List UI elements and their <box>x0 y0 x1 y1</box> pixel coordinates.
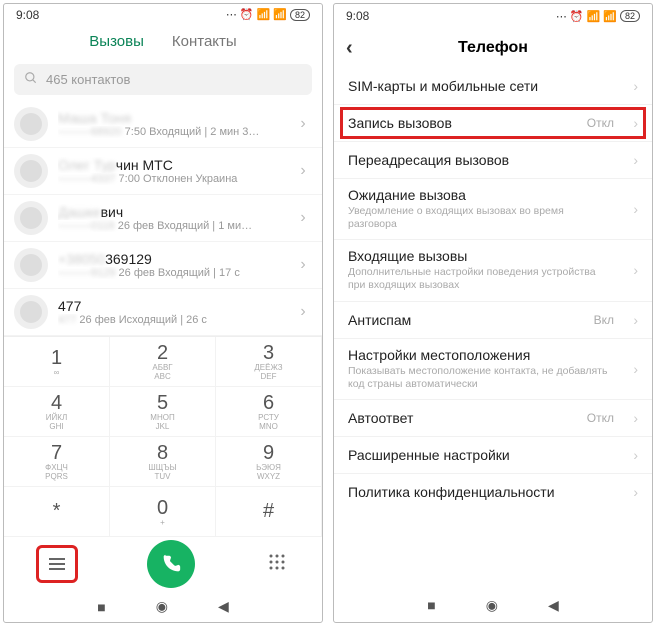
call-row[interactable]: Олег Турчин МТС ———4337 7:00 Отклонен Ук… <box>4 148 322 195</box>
row-incoming-calls[interactable]: Входящие вызовы Дополнительные настройки… <box>334 240 652 300</box>
tab-calls[interactable]: Вызовы <box>89 33 144 50</box>
avatar <box>14 201 48 235</box>
avatar <box>14 248 48 282</box>
call-row[interactable]: +38050369129 ———9129 26 фев Входящий | 1… <box>4 242 322 289</box>
row-privacy-policy[interactable]: Политика конфиденциальности › <box>334 474 652 510</box>
key-hash[interactable]: # <box>216 487 322 537</box>
nav-back-icon[interactable]: ◀ <box>218 598 229 615</box>
battery-icon: 82 <box>290 9 310 21</box>
call-log: Маша Тоня ———68920 7:50 Входящий | 2 мин… <box>4 101 322 336</box>
row-auto-answer[interactable]: Автоответ Откл › <box>334 400 652 436</box>
status-time: 9:08 <box>346 9 369 23</box>
key-5[interactable]: 5МНОП JKL <box>110 387 216 437</box>
avatar <box>14 107 48 141</box>
search-placeholder: 465 контактов <box>46 72 130 87</box>
bottom-actions <box>4 537 322 591</box>
key-star[interactable]: * <box>4 487 110 537</box>
row-sim-networks[interactable]: SIM-карты и мобильные сети › <box>334 68 652 104</box>
chevron-right-icon[interactable]: › <box>294 209 312 227</box>
back-button[interactable]: ‹ <box>346 37 353 60</box>
page-title: Телефон <box>458 39 528 57</box>
row-call-forwarding[interactable]: Переадресация вызовов › <box>334 142 652 178</box>
nav-back-icon[interactable]: ◀ <box>548 597 559 614</box>
nav-home-icon[interactable]: ◉ <box>486 597 498 614</box>
tabs: Вызовы Контакты <box>4 26 322 59</box>
chevron-right-icon[interactable]: › <box>294 303 312 321</box>
status-icons: ⋯⏰📶📶 82 <box>226 8 310 21</box>
android-navbar: ■ ◉ ◀ <box>4 591 322 622</box>
tab-contacts[interactable]: Контакты <box>172 33 237 50</box>
chevron-right-icon: › <box>624 361 638 377</box>
status-bar: 9:08 ⋯⏰📶📶 82 <box>4 4 322 26</box>
nav-recent-icon[interactable]: ■ <box>97 599 105 615</box>
key-0[interactable]: 0+ <box>110 487 216 537</box>
avatar <box>14 295 48 329</box>
phone-settings-screen: 9:08 ⋯⏰📶📶 82 ‹ Телефон SIM-карты и мобил… <box>333 3 653 623</box>
nav-recent-icon[interactable]: ■ <box>427 597 435 613</box>
title-bar: ‹ Телефон <box>334 28 652 68</box>
chevron-right-icon: › <box>624 484 638 500</box>
search-icon <box>24 71 38 88</box>
key-9[interactable]: 9ЬЭЮЯ WXYZ <box>216 437 322 487</box>
call-row[interactable]: Маша Тоня ———68920 7:50 Входящий | 2 мин… <box>4 101 322 148</box>
chevron-right-icon: › <box>624 262 638 278</box>
chevron-right-icon[interactable]: › <box>294 256 312 274</box>
status-time: 9:08 <box>16 8 39 22</box>
call-row[interactable]: 477 477 26 фев Исходящий | 26 с › <box>4 289 322 336</box>
android-navbar: ■ ◉ ◀ <box>334 588 652 622</box>
chevron-right-icon: › <box>624 447 638 463</box>
chevron-right-icon[interactable]: › <box>294 115 312 133</box>
search-input[interactable]: 465 контактов <box>14 64 312 95</box>
row-antispam[interactable]: Антиспам Вкл › <box>334 302 652 338</box>
battery-icon: 82 <box>620 10 640 22</box>
chevron-right-icon: › <box>624 152 638 168</box>
key-8[interactable]: 8ШЩЪЫ TUV <box>110 437 216 487</box>
key-7[interactable]: 7ФХЦЧ PQRS <box>4 437 110 487</box>
key-3[interactable]: 3ДЕЁЖЗ DEF <box>216 337 322 387</box>
nav-home-icon[interactable]: ◉ <box>156 598 168 615</box>
avatar <box>14 154 48 188</box>
dialpad-toggle-icon[interactable] <box>268 553 286 576</box>
settings-list: SIM-карты и мобильные сети › Запись вызо… <box>334 68 652 588</box>
key-4[interactable]: 4ИЙКЛ GHI <box>4 387 110 437</box>
chevron-right-icon: › <box>624 115 638 131</box>
status-bar: 9:08 ⋯⏰📶📶 82 <box>334 4 652 28</box>
chevron-right-icon: › <box>624 78 638 94</box>
phone-dialer-screen: 9:08 ⋯⏰📶📶 82 Вызовы Контакты 465 контакт… <box>3 3 323 623</box>
call-button[interactable] <box>147 540 195 588</box>
key-2[interactable]: 2АБВГ ABC <box>110 337 216 387</box>
row-location-settings[interactable]: Настройки местоположения Показывать мест… <box>334 339 652 399</box>
key-6[interactable]: 6РСТУ MNO <box>216 387 322 437</box>
chevron-right-icon: › <box>624 201 638 217</box>
chevron-right-icon[interactable]: › <box>294 162 312 180</box>
menu-button[interactable] <box>40 549 74 579</box>
row-call-waiting[interactable]: Ожидание вызова Уведомление о входящих в… <box>334 179 652 239</box>
row-call-recording[interactable]: Запись вызовов Откл › <box>334 105 652 141</box>
dialpad: 1∞ 2АБВГ ABC 3ДЕЁЖЗ DEF 4ИЙКЛ GHI 5МНОП … <box>4 336 322 537</box>
row-advanced-settings[interactable]: Расширенные настройки › <box>334 437 652 473</box>
chevron-right-icon: › <box>624 410 638 426</box>
key-1[interactable]: 1∞ <box>4 337 110 387</box>
call-row[interactable]: Дашкевич ———0118 26 фев Входящий | 1 ми…… <box>4 195 322 242</box>
chevron-right-icon: › <box>624 312 638 328</box>
status-icons: ⋯⏰📶📶 82 <box>556 10 640 23</box>
